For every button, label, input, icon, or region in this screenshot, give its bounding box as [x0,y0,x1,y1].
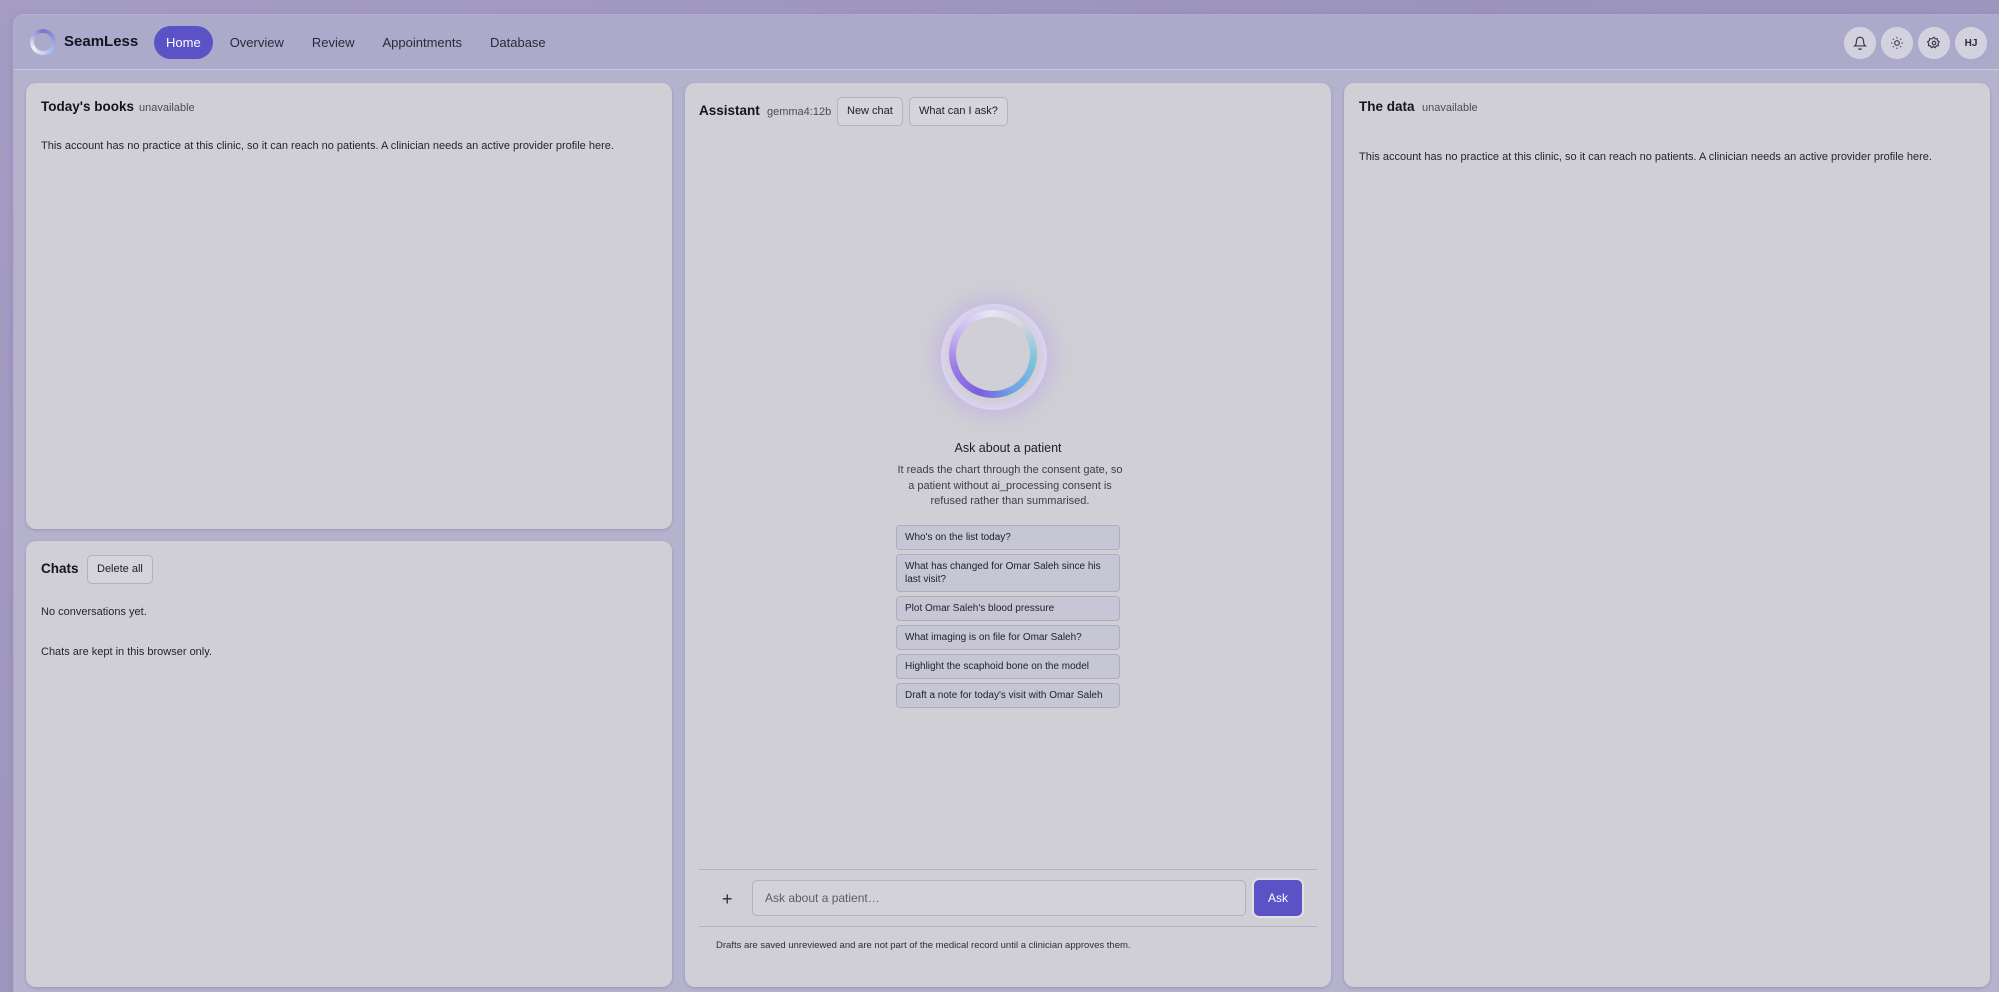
hero-title: Ask about a patient [954,441,1062,455]
top-bar: SeamLess Home Overview Review Appointmen… [14,15,1999,70]
suggestion-chip[interactable]: Highlight the scaphoid bone on the model [896,654,1120,679]
nav-home[interactable]: Home [154,26,213,59]
hero-description: It reads the chart through the consent g… [897,464,1123,507]
brand-name: SeamLess [64,33,139,50]
suggestion-chip[interactable]: Who's on the list today? [896,525,1120,550]
composer-divider-bottom [699,926,1317,927]
suggestion-chip[interactable]: Plot Omar Saleh's blood pressure [896,596,1120,621]
logo-icon [30,29,56,55]
chats-empty: No conversations yet. [41,606,147,618]
nav-overview[interactable]: Overview [219,26,295,59]
bell-icon [1853,36,1867,50]
drafts-footnote: Drafts are saved unreviewed and are not … [716,940,1131,951]
data-status: unavailable [1422,102,1478,114]
suggestion-chip[interactable]: Draft a note for today's visit with Omar… [896,683,1120,708]
app-window: SeamLess Home Overview Review Appointmen… [14,15,1999,992]
toolbar: HJ [1845,28,1986,58]
delete-all-button[interactable]: Delete all [87,555,153,584]
chats-note: Chats are kept in this browser only. [41,646,212,658]
suggestion-chip[interactable]: What imaging is on file for Omar Saleh? [896,625,1120,650]
suggestion-chip[interactable]: What has changed for Omar Saleh since hi… [896,554,1120,592]
new-chat-button[interactable]: New chat [837,97,903,126]
books-title: Today's books [41,99,134,114]
gear-icon [1927,36,1941,49]
notifications-button[interactable] [1845,28,1875,58]
composer-divider-top [699,869,1317,870]
assistant-orb [941,304,1047,410]
settings-button[interactable] [1919,28,1949,58]
data-message: This account has no practice at this cli… [1359,151,1932,163]
chats-panel: Chats Delete all No conversations yet. C… [26,541,672,987]
model-badge: gemma4:12b [767,106,832,118]
assistant-title: Assistant [699,103,760,118]
assistant-panel: Assistant gemma4:12b New chat What can I… [685,83,1331,987]
data-title: The data [1359,99,1415,114]
what-can-i-ask-button[interactable]: What can I ask? [909,97,1008,126]
suggestion-list: Who's on the list today? What has change… [896,525,1120,708]
nav-appointments[interactable]: Appointments [372,26,474,59]
nav-database[interactable]: Database [479,26,557,59]
sun-icon [1891,37,1903,49]
books-panel: Today's books unavailable This account h… [26,83,672,529]
main-nav: Home Overview Review Appointments Databa… [154,26,557,59]
ask-input[interactable]: Ask about a patient… [752,880,1246,916]
ask-button[interactable]: Ask [1254,880,1302,916]
chats-title: Chats [41,561,79,576]
attach-plus-icon[interactable]: + [722,889,733,910]
theme-toggle-button[interactable] [1882,28,1912,58]
nav-review[interactable]: Review [301,26,366,59]
data-panel: The data unavailable This account has no… [1344,83,1990,987]
avatar[interactable]: HJ [1956,28,1986,58]
books-message: This account has no practice at this cli… [41,140,614,152]
orb-ring-icon [949,310,1037,398]
books-status: unavailable [139,102,195,114]
